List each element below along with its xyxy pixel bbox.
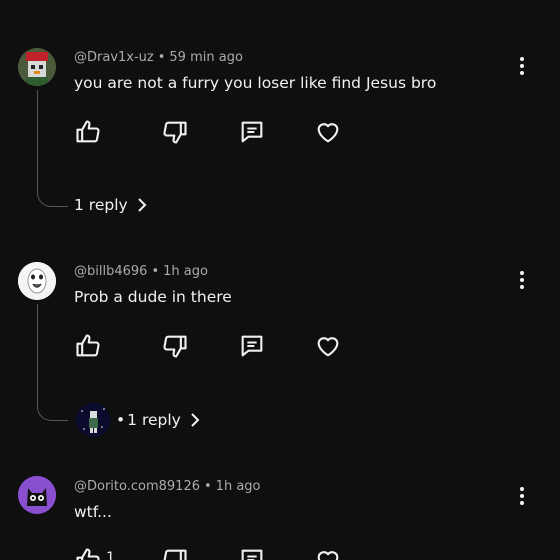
avatar[interactable]	[18, 48, 56, 86]
separator-dot: •	[204, 479, 212, 494]
comment-meta: @Dorito.com89126 • 1h ago	[74, 479, 261, 494]
avatar[interactable]	[18, 262, 56, 300]
reply-count: 1 reply	[127, 411, 181, 429]
comment-actions	[74, 332, 374, 360]
reply-avatar	[76, 403, 110, 437]
separator-dot: •	[116, 411, 126, 429]
view-replies-button[interactable]: • 1 reply	[76, 403, 203, 437]
comment-text: you are not a furry you loser like find …	[74, 74, 437, 92]
view-replies-button[interactable]: 1 reply	[74, 196, 150, 214]
comment-time: 59 min ago	[169, 50, 243, 65]
comment-author[interactable]: @Dorito.com89126	[74, 479, 200, 494]
comment-author[interactable]: @Drav1x-uz	[74, 50, 154, 65]
comment-text: wtf...	[74, 503, 112, 521]
more-vert-icon[interactable]	[510, 54, 534, 78]
thumbs-down-icon[interactable]	[161, 118, 189, 146]
comment-author[interactable]: @billb4696	[74, 264, 147, 279]
reply-icon[interactable]	[238, 546, 266, 560]
thumbs-down-icon[interactable]	[161, 546, 189, 560]
reply-icon[interactable]	[238, 332, 266, 360]
comment-meta: @Drav1x-uz • 59 min ago	[74, 50, 243, 65]
reply-count: 1 reply	[74, 196, 128, 214]
thumbs-up-icon[interactable]	[74, 332, 102, 360]
more-vert-icon[interactable]	[510, 268, 534, 292]
comments-feed: @Drav1x-uz • 59 min ago you are not a furr…	[0, 0, 560, 560]
comment-actions	[74, 118, 374, 146]
thread-line	[37, 90, 68, 207]
like-count: 1	[106, 550, 115, 560]
chevron-right-icon	[134, 197, 150, 213]
thumbs-up-icon[interactable]	[74, 118, 102, 146]
heart-icon[interactable]	[314, 546, 342, 560]
more-vert-icon[interactable]	[510, 484, 534, 508]
separator-dot: •	[157, 50, 166, 65]
comment-time: 1h ago	[163, 264, 208, 279]
heart-icon[interactable]	[314, 332, 342, 360]
comment-meta: @billb4696 • 1h ago	[74, 264, 208, 279]
chevron-right-icon	[187, 412, 203, 428]
heart-icon[interactable]	[314, 118, 342, 146]
thread-line	[37, 304, 68, 421]
thumbs-up-icon[interactable]	[74, 546, 102, 560]
reply-icon[interactable]	[238, 118, 266, 146]
thumbs-down-icon[interactable]	[161, 332, 189, 360]
comment-time: 1h ago	[215, 479, 261, 494]
avatar[interactable]	[18, 476, 56, 514]
comment-actions: 1	[74, 546, 374, 560]
separator-dot: •	[151, 264, 160, 279]
comment-text: Prob a dude in there	[74, 288, 232, 306]
